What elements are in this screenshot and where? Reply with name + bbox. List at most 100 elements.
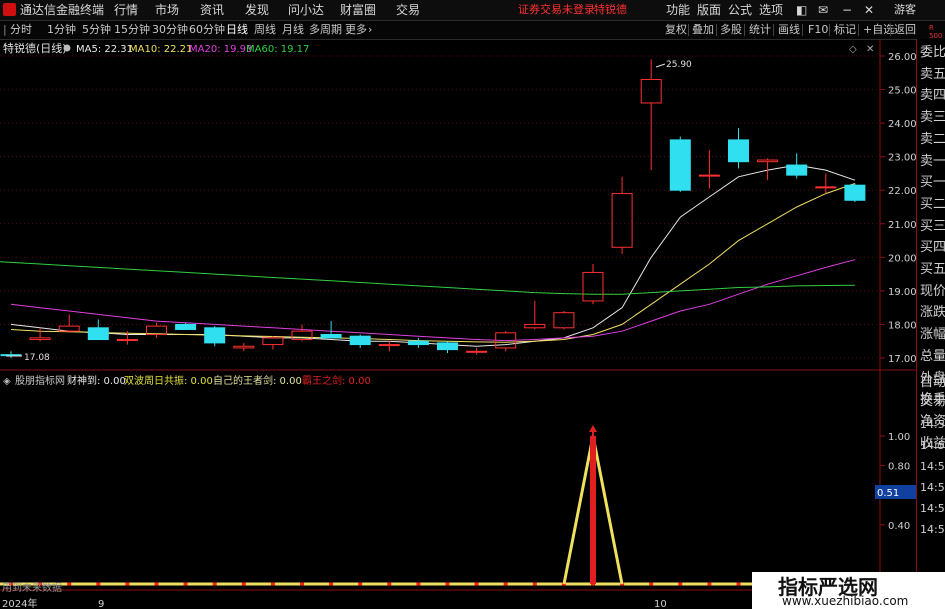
candle: [349, 334, 371, 348]
indicator-zero-mark: [329, 582, 334, 586]
period-tab[interactable]: 1分钟: [47, 23, 76, 37]
menu-item[interactable]: 功能: [666, 2, 690, 18]
chart-close-icon[interactable]: ✕: [866, 44, 874, 55]
current-value-label: 0.51: [877, 488, 899, 499]
period-tab-active[interactable]: 日线: [226, 23, 248, 37]
chart-options-icon[interactable]: ◇: [849, 44, 857, 55]
tool-button[interactable]: 叠加: [692, 23, 714, 37]
period-tab[interactable]: 月线: [282, 23, 304, 37]
quote-field-label: 买二: [920, 196, 945, 212]
ma60-label: MA60: 19.17: [246, 44, 309, 55]
candle-body: [116, 339, 138, 342]
minimize-icon[interactable]: −: [842, 2, 852, 18]
candle: [553, 311, 575, 330]
time-axis-label: 9: [98, 599, 104, 609]
indicator-zero-mark: [270, 582, 275, 586]
indicator-axis: 1.000.800.600.40: [880, 432, 910, 532]
indicator-zero-mark: [503, 582, 508, 586]
candle-body: [524, 323, 546, 329]
quote-field-label: 卖四: [920, 88, 945, 104]
menu-bar: 通达信金融终端 行情 市场 资讯 发现 问小达 财富圈 交易 证券交易未登录 特…: [0, 0, 945, 21]
indicator-dot-icon: [63, 44, 71, 52]
indicator-zero-mark: [125, 582, 130, 586]
quote-field-label: 涨跌: [920, 305, 945, 321]
chevron-right-icon[interactable]: ›: [368, 23, 372, 37]
period-tab[interactable]: 更多: [345, 23, 367, 37]
ma10-label: MA10: 22.21: [129, 44, 192, 55]
candle-body: [29, 337, 51, 341]
menu-item[interactable]: 资讯: [200, 2, 224, 18]
candle-body: [320, 334, 342, 339]
menu-item[interactable]: 问小达: [288, 2, 324, 18]
period-tab[interactable]: 5分钟: [82, 23, 111, 37]
login-status[interactable]: 证券交易未登录: [518, 2, 595, 18]
candle: [437, 341, 458, 353]
period-tab[interactable]: 15分钟: [114, 23, 150, 37]
indicator-zero-mark: [96, 582, 101, 586]
candle-body: [466, 350, 488, 353]
indicator-label: 霸王之剑: 0.00: [302, 374, 371, 387]
menu-item[interactable]: 公式: [728, 2, 752, 18]
guest-label[interactable]: 游客: [894, 2, 916, 18]
tool-button[interactable]: 返回: [894, 23, 916, 37]
candle: [524, 300, 546, 330]
quote-field-label: 买一: [920, 175, 945, 191]
indicator-zero-mark: [212, 582, 217, 586]
menu-item[interactable]: 选项: [759, 2, 783, 18]
price-tick-label: 19.00: [888, 287, 916, 298]
period-toolbar: | 分时 1分钟 5分钟 15分钟 30分钟 60分钟 日线 周线 月线 多周期…: [0, 21, 945, 40]
nav-left-icon[interactable]: |: [3, 23, 7, 37]
price-tick-label: 18.00: [888, 320, 916, 331]
quote-field-label: 涨幅: [920, 327, 945, 343]
candle: [0, 351, 22, 358]
settings-icon[interactable]: ✉: [818, 2, 828, 18]
candle: [378, 341, 400, 352]
candle-body: [844, 184, 866, 201]
menu-item[interactable]: 交易: [396, 2, 420, 18]
tool-button[interactable]: 画线: [778, 23, 800, 37]
candle-body: [757, 159, 779, 163]
period-tab[interactable]: 30分钟: [152, 23, 188, 37]
skin-icon[interactable]: ◧: [796, 2, 807, 18]
menu-item[interactable]: 市场: [155, 2, 179, 18]
period-tab[interactable]: 分时: [10, 23, 32, 37]
quote-field-label: 卖三: [920, 110, 945, 126]
ma20-label: MA20: 19.93: [189, 44, 252, 55]
collapse-icon[interactable]: ◈: [3, 376, 11, 387]
period-tab[interactable]: 多周期: [309, 23, 342, 37]
candle: [466, 347, 488, 355]
candle-body: [611, 193, 633, 248]
tool-button[interactable]: 标记: [834, 23, 856, 37]
low-price-label: 17.08: [24, 353, 50, 363]
menu-item[interactable]: 版面: [697, 2, 721, 18]
candle-body: [815, 186, 837, 189]
high-price-label: 25.90: [666, 60, 692, 70]
tool-button[interactable]: 统计: [749, 23, 771, 37]
period-tab[interactable]: 60分钟: [189, 23, 225, 37]
signal-bar: [590, 436, 596, 584]
trade-time: 14:56: [920, 439, 945, 452]
tool-button[interactable]: F10: [808, 23, 828, 37]
tool-button[interactable]: 多股: [720, 23, 742, 37]
signal-arrow-icon: [589, 425, 597, 432]
indicator-zero-mark: [300, 582, 304, 586]
kline-chart[interactable]: 26.00 25.00 24.00 23.00 22.00 21.00 20.00 19.00…: [0, 39, 916, 609]
quote-field-label: 交易: [920, 394, 945, 409]
period-tab[interactable]: 周线: [254, 23, 276, 37]
indicator-zero-mark: [183, 582, 188, 586]
close-icon[interactable]: ✕: [864, 2, 874, 18]
candle: [728, 128, 749, 169]
candle: [146, 322, 167, 338]
tool-button[interactable]: 复权: [665, 23, 687, 37]
candle: [495, 331, 517, 352]
menu-item[interactable]: 财富圈: [340, 2, 376, 18]
price-tick-label: 23.00: [888, 153, 916, 164]
indicator-zero-mark: [67, 582, 72, 586]
app-title: 通达信金融终端: [20, 3, 105, 17]
watermark: 指标严选网 www.xuezhibiao.com: [752, 572, 945, 609]
quote-field-label: 卖五: [920, 66, 945, 82]
trade-time: 14:56: [920, 481, 945, 494]
menu-item[interactable]: 行情: [114, 2, 138, 18]
candle: [87, 319, 109, 341]
menu-item[interactable]: 发现: [245, 2, 269, 18]
